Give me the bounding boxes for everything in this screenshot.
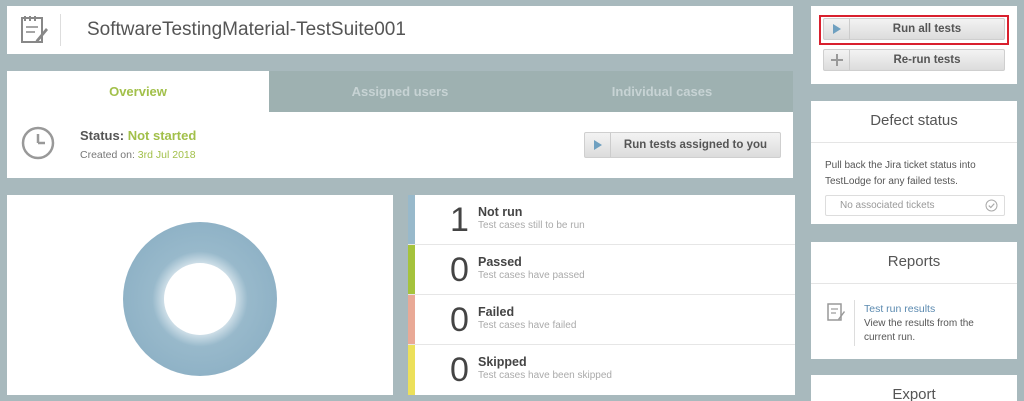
result-color-bar — [408, 245, 415, 294]
rerun-label: Re-run tests — [893, 54, 961, 66]
tab-individual-cases[interactable]: Individual cases — [531, 71, 793, 112]
defect-description: Pull back the Jira ticket status into Te… — [825, 160, 976, 187]
status-line: Status: Not started — [80, 128, 196, 143]
result-count: 0 — [450, 301, 469, 339]
created-line: Created on: 3rd Jul 2018 — [80, 149, 196, 161]
divider — [811, 283, 1017, 284]
page-title: SoftwareTestingMaterial-TestSuite001 — [87, 19, 406, 40]
results-list: 1 Not run Test cases still to be run 0 P… — [408, 195, 795, 395]
result-row-failed: 0 Failed Test cases have failed — [408, 295, 795, 345]
reports-title: Reports — [887, 253, 941, 270]
result-row-not-run: 1 Not run Test cases still to be run — [408, 195, 795, 245]
tab-overview[interactable]: Overview — [7, 71, 269, 112]
result-description: Test cases still to be run — [478, 220, 585, 231]
result-label: Not run — [478, 205, 523, 219]
result-description: Test cases have been skipped — [478, 370, 612, 381]
run-actions-panel: Run all tests Re-run tests — [811, 6, 1017, 84]
report-description: View the results from the current run. — [864, 318, 974, 343]
result-color-bar — [408, 195, 415, 244]
results-chart-panel — [7, 195, 393, 395]
defect-status-title: Defect status — [870, 112, 958, 129]
associated-tickets-text: No associated tickets — [840, 200, 935, 211]
tab-bar: Overview Assigned users Individual cases — [7, 71, 793, 112]
results-donut-chart — [123, 222, 277, 376]
associated-tickets-field[interactable]: No associated tickets — [825, 195, 1005, 216]
run-assigned-tests-button[interactable]: Run tests assigned to you — [584, 132, 781, 158]
plus-icon — [824, 50, 850, 70]
reports-panel: Reports Test run results View the result… — [811, 242, 1017, 359]
created-label: Created on: — [80, 149, 135, 161]
created-date: 3rd Jul 2018 — [137, 149, 196, 161]
result-description: Test cases have failed — [478, 320, 577, 331]
export-title: Export — [892, 386, 936, 401]
result-color-bar — [408, 345, 415, 395]
result-row-passed: 0 Passed Test cases have passed — [408, 245, 795, 295]
suite-title-bar: SoftwareTestingMaterial-TestSuite001 — [7, 6, 793, 54]
result-description: Test cases have passed — [478, 270, 585, 281]
clock-icon — [21, 126, 55, 160]
run-assigned-label: Run tests assigned to you — [623, 139, 768, 151]
play-icon — [585, 133, 611, 157]
test-run-results-link[interactable]: Test run results — [864, 303, 935, 315]
check-circle-icon — [985, 199, 998, 212]
result-label: Skipped — [478, 355, 527, 369]
result-color-bar — [408, 295, 415, 344]
export-panel: Export — [811, 375, 1017, 401]
overview-panel: Overview Assigned users Individual cases… — [7, 71, 793, 178]
result-row-skipped: 0 Skipped Test cases have been skipped — [408, 345, 795, 395]
result-count: 1 — [450, 201, 469, 239]
status-label: Status: — [80, 128, 125, 143]
notepad-icon — [19, 14, 61, 46]
run-all-highlight-box — [819, 15, 1009, 45]
report-document-icon — [827, 302, 845, 322]
defect-status-panel: Defect status Pull back the Jira ticket … — [811, 101, 1017, 224]
divider — [811, 142, 1017, 143]
donut-hole — [164, 263, 236, 335]
result-count: 0 — [450, 351, 469, 389]
tab-assigned-users[interactable]: Assigned users — [269, 71, 531, 112]
result-count: 0 — [450, 251, 469, 289]
status-value: Not started — [127, 128, 197, 143]
result-label: Passed — [478, 255, 522, 269]
result-label: Failed — [478, 305, 515, 319]
rerun-tests-button[interactable]: Re-run tests — [823, 49, 1005, 71]
divider — [854, 300, 855, 346]
